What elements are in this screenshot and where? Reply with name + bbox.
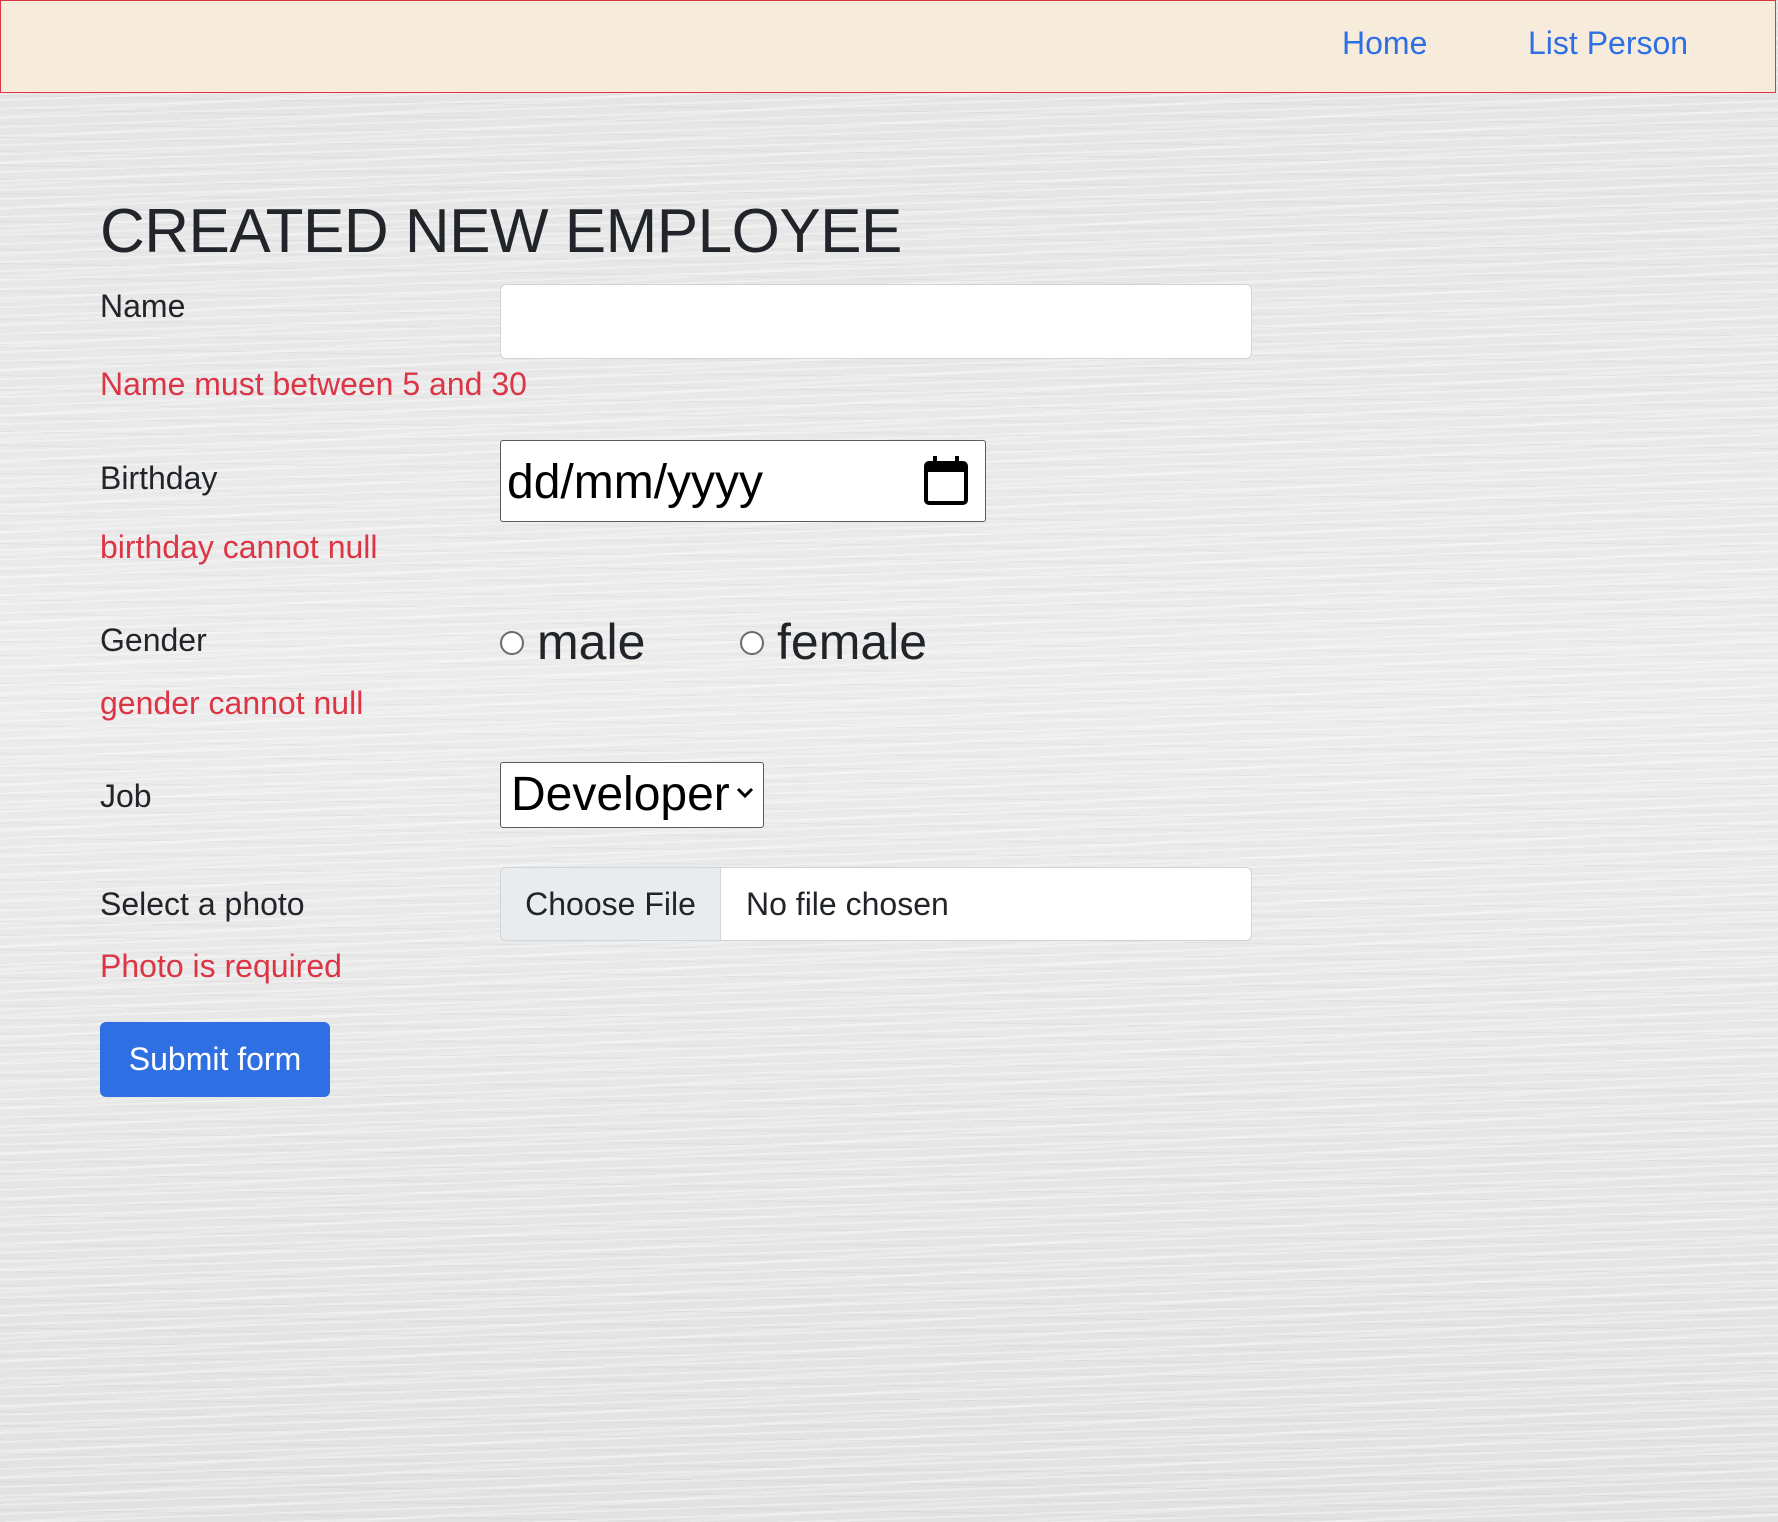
gender-male-radio[interactable] bbox=[500, 631, 524, 655]
job-selected-value: Developer bbox=[511, 768, 730, 821]
chevron-down-icon bbox=[736, 787, 754, 799]
gender-female-radio[interactable] bbox=[740, 631, 764, 655]
gender-error: gender cannot null bbox=[100, 685, 364, 721]
gender-female-label[interactable]: female bbox=[777, 614, 927, 670]
calendar-icon[interactable] bbox=[923, 455, 969, 507]
name-label: Name bbox=[100, 288, 186, 324]
name-error: Name must between 5 and 30 bbox=[100, 366, 527, 402]
file-status: No file chosen bbox=[746, 886, 949, 922]
job-label: Job bbox=[100, 778, 152, 814]
gender-male-label[interactable]: male bbox=[537, 614, 645, 670]
choose-file-button[interactable]: Choose File bbox=[501, 868, 721, 940]
gender-label: Gender bbox=[100, 622, 207, 658]
photo-file-input[interactable]: Choose File No file chosen bbox=[500, 867, 1252, 941]
photo-error: Photo is required bbox=[100, 948, 342, 984]
nav-list-person-link[interactable]: List Person bbox=[1528, 23, 1688, 63]
nav-home-link[interactable]: Home bbox=[1342, 23, 1427, 63]
birthday-error: birthday cannot null bbox=[100, 529, 378, 565]
photo-label: Select a photo bbox=[100, 886, 305, 922]
birthday-label: Birthday bbox=[100, 460, 218, 496]
navbar: Home List Person bbox=[0, 0, 1776, 93]
birthday-placeholder: dd/mm/yyyy bbox=[507, 456, 764, 509]
name-input[interactable] bbox=[500, 284, 1252, 359]
page-title: CREATED NEW EMPLOYEE bbox=[100, 197, 902, 266]
birthday-input[interactable]: dd/mm/yyyy bbox=[500, 440, 986, 522]
submit-button[interactable]: Submit form bbox=[100, 1022, 330, 1097]
job-select[interactable]: Developer bbox=[500, 762, 764, 828]
